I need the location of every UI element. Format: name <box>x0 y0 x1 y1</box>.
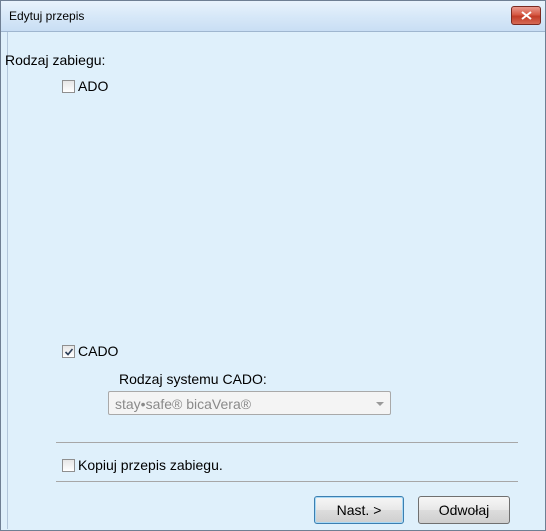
ado-checkbox[interactable] <box>62 80 75 93</box>
cado-system-label: Rodzaj systemu CADO: <box>119 371 267 387</box>
separator <box>56 442 518 443</box>
dialog-content: Rodzaj zabiegu: ADO CADO Rodzaj systemu … <box>5 32 542 529</box>
cancel-button[interactable]: Odwołaj <box>418 496 510 524</box>
title-bar[interactable]: Edytuj przepis <box>1 1 545 32</box>
copy-prescription-label[interactable]: Kopiuj przepis zabiegu. <box>78 457 223 473</box>
cado-system-select[interactable]: stay•safe® bicaVera® <box>108 391 391 415</box>
window-title: Edytuj przepis <box>9 9 85 23</box>
copy-prescription-checkbox[interactable] <box>62 459 75 472</box>
chevron-down-icon <box>376 402 384 406</box>
treatment-type-label: Rodzaj zabiegu: <box>5 52 106 68</box>
checkmark-icon <box>64 348 74 356</box>
next-button[interactable]: Nast. > <box>314 496 404 524</box>
ado-label[interactable]: ADO <box>78 78 108 94</box>
separator <box>56 481 518 482</box>
cado-checkbox[interactable] <box>62 345 75 358</box>
cado-system-value: stay•safe® bicaVera® <box>115 396 252 412</box>
edit-prescription-dialog: Edytuj przepis Rodzaj zabiegu: ADO CADO … <box>0 0 546 531</box>
cado-label[interactable]: CADO <box>78 343 118 359</box>
close-icon <box>521 11 532 20</box>
close-button[interactable] <box>511 6 541 25</box>
